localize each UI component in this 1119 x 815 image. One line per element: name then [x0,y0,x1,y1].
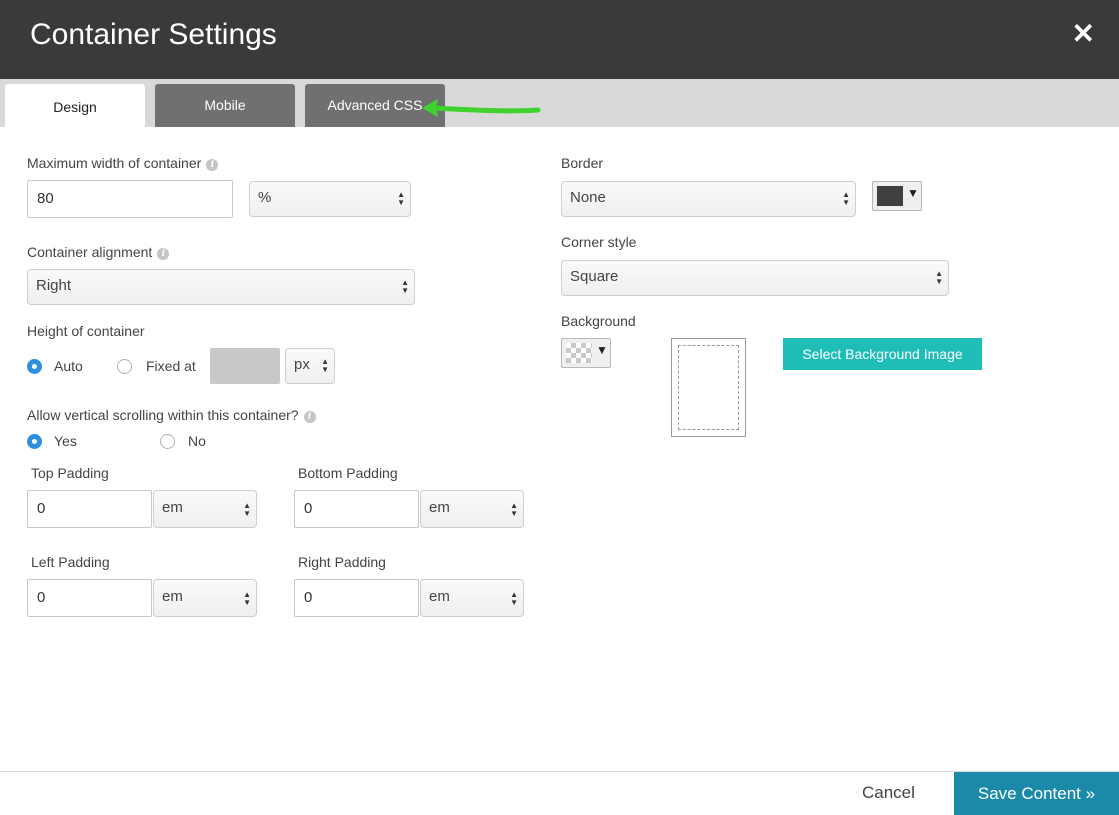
left-padding-input[interactable]: 0 [27,579,152,617]
select-arrows-icon: ▲ ▼ [243,590,251,607]
border-label: Border [561,155,604,171]
alignment-label: Container alignment i [27,244,170,260]
dialog-title: Container Settings [30,18,277,51]
height-auto-label: Auto [54,358,83,374]
height-fixed-input[interactable] [210,348,280,384]
height-fixed-radio[interactable] [117,359,132,374]
select-arrows-icon: ▲ ▼ [401,278,409,295]
scrolling-label: Allow vertical scrolling within this con… [27,407,316,423]
dropdown-arrow-icon: ▼ [596,343,608,357]
border-select[interactable]: None ▲ ▼ [561,181,856,217]
bottom-padding-input[interactable]: 0 [294,490,419,528]
select-arrows-icon: ▲ ▼ [397,190,405,207]
dialog-footer: Cancel Save Content » [0,771,1119,815]
border-color-swatch [877,186,903,206]
background-label: Background [561,313,636,329]
right-padding-label: Right Padding [298,554,386,570]
height-fixed-label: Fixed at [146,358,196,374]
select-arrows-icon: ▲ ▼ [243,501,251,518]
tab-bar: Design Mobile Advanced CSS [0,79,1119,127]
height-auto-radio[interactable] [27,359,42,374]
dropdown-arrow-icon: ▼ [907,186,919,200]
scrolling-no-label: No [188,433,206,449]
info-icon[interactable]: i [206,159,219,171]
info-icon[interactable]: i [157,248,170,260]
select-arrows-icon: ▲ ▼ [510,590,518,607]
background-color-picker[interactable]: ▼ [561,338,611,368]
annotation-arrow-icon [422,99,541,117]
left-padding-unit-select[interactable]: em ▲ ▼ [153,579,257,617]
design-panel: Maximum width of container i 80 % ▲ ▼ Conta… [0,127,1119,772]
bottom-padding-label: Bottom Padding [298,465,398,481]
scrolling-no-radio[interactable] [160,434,175,449]
height-unit-select[interactable]: px ▲ ▼ [285,348,335,384]
corner-style-label: Corner style [561,234,637,250]
select-arrows-icon: ▲ ▼ [510,501,518,518]
top-padding-unit-select[interactable]: em ▲ ▼ [153,490,257,528]
tab-mobile[interactable]: Mobile [155,84,295,127]
max-width-label: Maximum width of container i [27,155,219,171]
select-arrows-icon: ▲ ▼ [321,357,329,374]
dialog-header: Container Settings ✕ [0,0,1119,79]
background-preview [671,338,746,437]
right-padding-unit-select[interactable]: em ▲ ▼ [420,579,524,617]
border-color-picker[interactable]: ▼ [872,181,922,211]
corner-style-select[interactable]: Square ▲ ▼ [561,260,949,296]
left-padding-label: Left Padding [31,554,110,570]
top-padding-input[interactable]: 0 [27,490,152,528]
select-arrows-icon: ▲ ▼ [842,190,850,207]
save-content-button[interactable]: Save Content » [954,772,1119,815]
tab-design[interactable]: Design [5,84,145,127]
scrolling-yes-radio[interactable] [27,434,42,449]
select-arrows-icon: ▲ ▼ [935,269,943,286]
scrolling-yes-label: Yes [54,433,77,449]
alignment-select[interactable]: Right ▲ ▼ [27,269,415,305]
select-background-image-button[interactable]: Select Background Image [783,338,982,370]
bottom-padding-unit-select[interactable]: em ▲ ▼ [420,490,524,528]
background-preview-placeholder [678,345,739,430]
cancel-button[interactable]: Cancel [862,783,915,803]
right-padding-input[interactable]: 0 [294,579,419,617]
max-width-input[interactable]: 80 [27,180,233,218]
transparent-swatch-icon [566,343,592,363]
max-width-unit-select[interactable]: % ▲ ▼ [249,181,411,217]
close-icon[interactable]: ✕ [1072,20,1095,48]
top-padding-label: Top Padding [31,465,109,481]
height-label: Height of container [27,323,145,339]
info-icon[interactable]: i [303,411,316,423]
